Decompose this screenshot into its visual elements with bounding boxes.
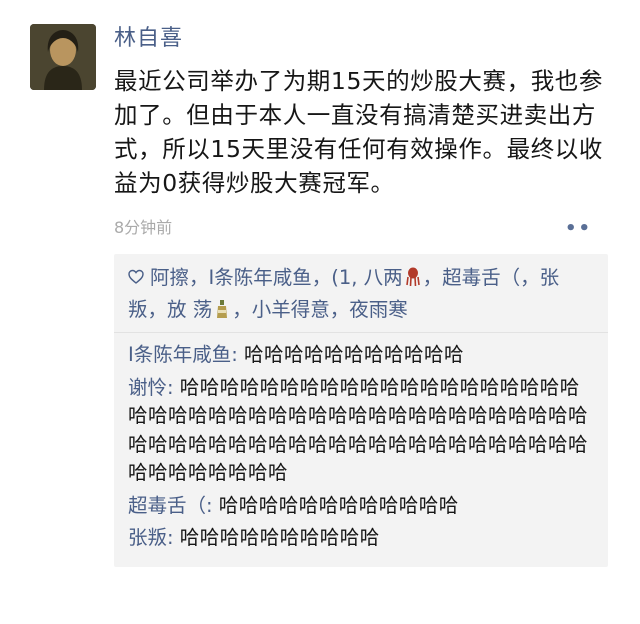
likes-names-3[interactable]: ，小羊得意，夜雨寒 — [232, 298, 408, 321]
likes-list: 阿擦，I条陈年咸鱼，(1, 八两 ，超毒舌（，张叛，放 荡 ，小羊得意，夜雨寒 — [128, 262, 598, 326]
commenter-name[interactable]: 谢怜 — [128, 376, 167, 399]
portrait-icon — [30, 24, 96, 90]
commenter-name[interactable]: I条陈年咸鱼 — [128, 343, 231, 366]
post-author[interactable]: 林自喜 — [114, 24, 618, 54]
more-actions-button[interactable]: •• — [565, 218, 592, 239]
squid-emoji-icon — [405, 265, 421, 287]
comment-text: 哈哈哈哈哈哈哈哈哈哈哈 — [244, 343, 465, 366]
comment-item[interactable]: 张叛: 哈哈哈哈哈哈哈哈哈哈 — [128, 524, 598, 553]
comment-item[interactable]: 超毒舌（: 哈哈哈哈哈哈哈哈哈哈哈哈 — [128, 492, 598, 521]
post-timestamp: 8分钟前 — [114, 218, 173, 237]
comment-text: 哈哈哈哈哈哈哈哈哈哈哈哈 — [218, 493, 459, 517]
commenter-name[interactable]: 超毒舌（ — [128, 494, 206, 517]
likes-names-1[interactable]: 阿擦，I条陈年咸鱼，(1, 八两 — [150, 266, 403, 289]
commenter-name[interactable]: 张叛 — [128, 526, 167, 549]
comment-item[interactable]: I条陈年咸鱼: 哈哈哈哈哈哈哈哈哈哈哈 — [128, 341, 598, 370]
divider — [114, 332, 608, 333]
comment-text: 哈哈哈哈哈哈哈哈哈哈哈哈哈哈哈哈哈哈哈哈哈哈哈哈哈哈哈哈哈哈哈哈哈哈哈哈哈哈哈哈… — [128, 375, 589, 485]
moment-post: 林自喜 最近公司举办了为期15天的炒股大赛，我也参加了。但由于本人一直没有搞清楚… — [114, 24, 618, 567]
comment-item[interactable]: 谢怜: 哈哈哈哈哈哈哈哈哈哈哈哈哈哈哈哈哈哈哈哈哈哈哈哈哈哈哈哈哈哈哈哈哈哈哈哈… — [128, 374, 598, 488]
comment-text: 哈哈哈哈哈哈哈哈哈哈 — [179, 526, 380, 549]
bottle-emoji-icon — [214, 297, 230, 318]
heart-outline-icon — [128, 263, 144, 284]
post-meta-row: 8分钟前 •• — [114, 214, 618, 242]
post-text: 最近公司举办了为期15天的炒股大赛，我也参加了。但由于本人一直没有搞清楚买进卖出… — [114, 67, 604, 197]
interaction-panel: 阿擦，I条陈年咸鱼，(1, 八两 ，超毒舌（，张叛，放 荡 ，小羊得意，夜雨寒 … — [114, 254, 608, 567]
avatar[interactable] — [30, 24, 96, 90]
